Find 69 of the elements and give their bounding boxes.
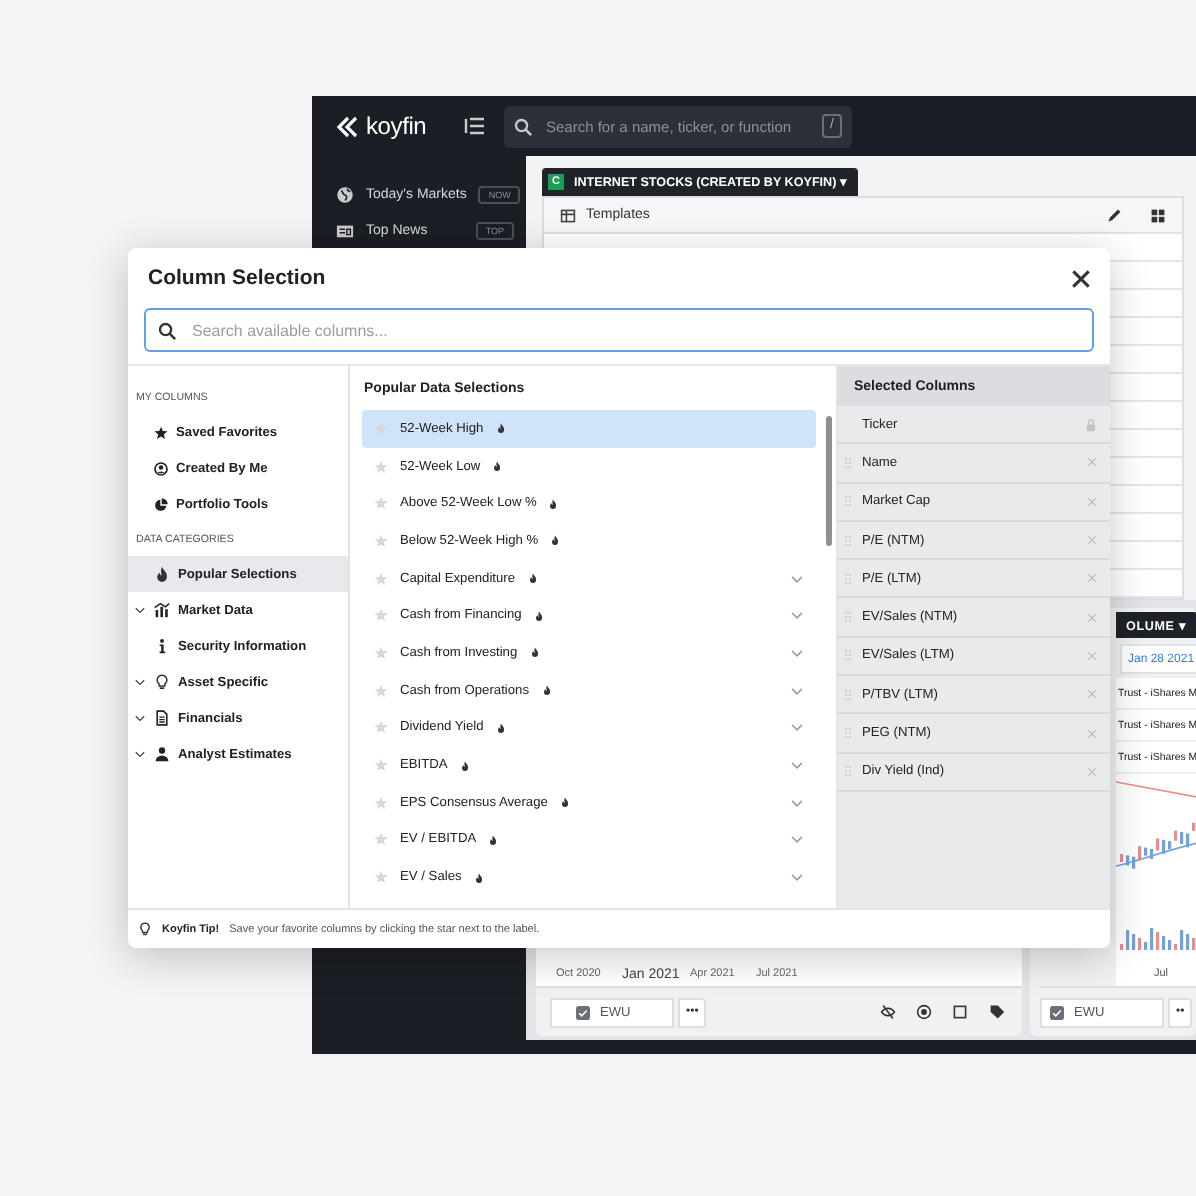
checkbox[interactable] [576,1005,590,1019]
flame-icon [154,566,170,582]
flame-icon [495,721,506,734]
star-icon[interactable] [374,645,388,660]
star-icon[interactable] [374,421,388,436]
flame-icon [559,796,570,809]
chevron-icon[interactable] [134,748,146,760]
star-icon [154,425,168,439]
flame-icon [495,422,506,435]
search-icon [514,117,532,135]
chevron-icon[interactable] [134,604,146,616]
star-icon[interactable] [374,870,388,885]
flame-icon [527,572,538,585]
star-icon[interactable] [374,608,388,623]
pie-chart-icon [154,497,168,511]
remove-icon[interactable] [1086,765,1098,778]
remove-icon[interactable] [1086,727,1098,740]
dialog-title: Column Selection [148,266,326,290]
tag-icon[interactable] [988,1004,1006,1020]
flame-icon [488,833,499,846]
info-icon [154,638,170,654]
star-icon[interactable] [374,832,388,847]
search-bar[interactable]: Search available columns... [144,308,1094,352]
star-icon[interactable] [374,571,388,586]
star-icon[interactable] [374,683,388,698]
remove-icon[interactable] [1086,611,1098,624]
pencil-icon[interactable] [1106,207,1122,223]
close-button[interactable] [1070,267,1092,289]
lightbulb-icon [154,674,170,690]
remove-icon[interactable] [1086,572,1098,585]
remove-icon[interactable] [1086,688,1098,701]
lightbulb-icon [138,922,152,936]
star-icon[interactable] [374,758,388,773]
chevron-icon[interactable] [134,712,146,724]
remove-icon[interactable] [1086,649,1098,662]
flame-icon [548,497,559,510]
globe-icon [336,185,354,203]
hide-icon[interactable] [880,1004,896,1020]
newspaper-icon [336,221,354,239]
flame-icon [541,684,551,697]
flame-icon [550,534,561,547]
grid-icon[interactable] [1150,207,1166,223]
star-icon[interactable] [374,795,388,810]
star-icon[interactable] [374,720,388,735]
document-icon [154,710,170,726]
flame-icon [492,460,503,473]
scrollbar[interactable] [826,416,832,546]
checkbox[interactable] [1050,1005,1064,1019]
star-icon[interactable] [374,459,388,474]
remove-icon[interactable] [1086,495,1098,508]
chevron-icon[interactable] [134,676,146,688]
flame-icon [473,871,484,884]
remove-icon[interactable] [1086,534,1098,547]
bar-chart-icon [154,602,170,618]
flame-icon [529,646,540,659]
user-icon [154,461,168,475]
table-icon [560,207,576,223]
search-icon [158,321,176,339]
star-icon[interactable] [374,533,388,548]
target-icon[interactable] [916,1004,932,1020]
menu-icon[interactable] [464,116,486,136]
star-icon[interactable] [374,496,388,511]
flame-icon [533,609,544,622]
person-icon [154,746,170,762]
flame-icon [459,759,470,772]
square-icon[interactable] [952,1004,968,1020]
remove-icon[interactable] [1086,456,1098,469]
koyfin-logo[interactable]: koyfin [312,112,464,140]
search-input[interactable]: Search available columns... [188,319,1080,341]
